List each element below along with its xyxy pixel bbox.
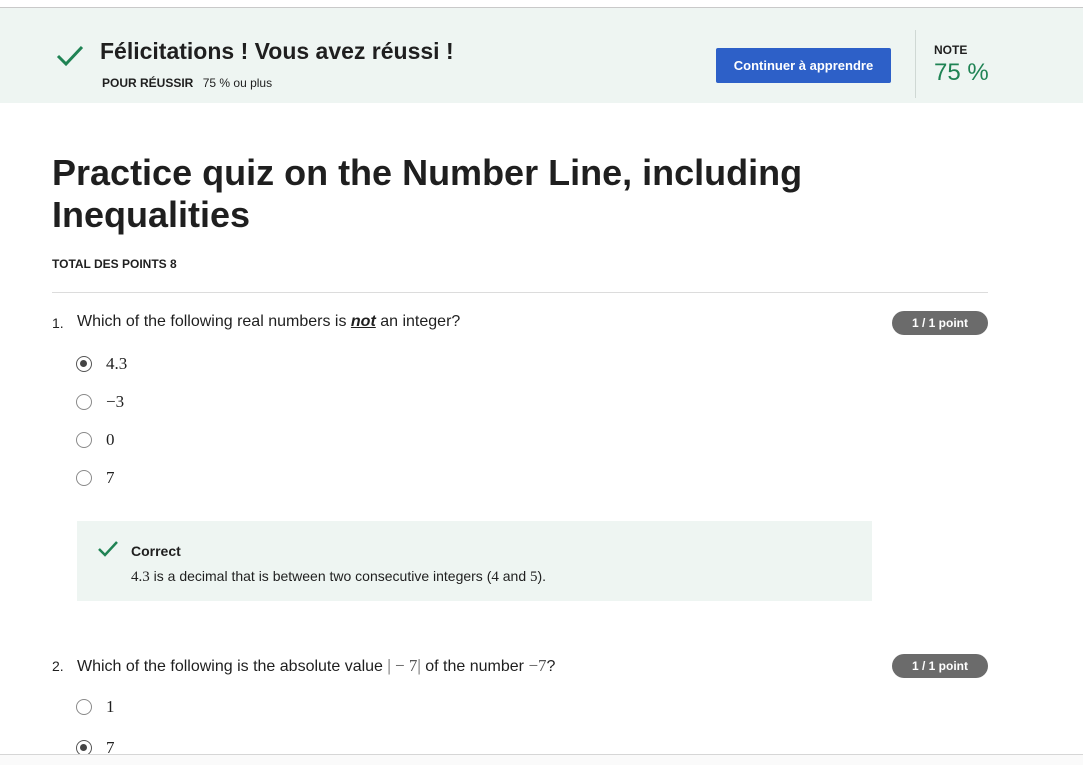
radio-unselected-icon[interactable]: [76, 432, 92, 448]
pass-requirement-value: 75 % ou plus: [202, 76, 273, 90]
result-banner: Félicitations ! Vous avez réussi ! POUR …: [0, 8, 1083, 103]
feedback-text-part: and: [498, 568, 531, 584]
question-1-option-4[interactable]: 7: [76, 467, 115, 489]
grade-label: NOTE: [934, 43, 968, 57]
question-2-text-after: ?: [546, 658, 556, 675]
feedback-math: 5: [530, 569, 538, 585]
option-label: 4.3: [106, 354, 128, 373]
result-title: Félicitations ! Vous avez réussi !: [100, 38, 454, 64]
feedback-math: 4: [491, 569, 499, 585]
question-1-emphasis: not: [350, 313, 376, 330]
question-2-score-badge: 1 / 1 point: [892, 654, 988, 678]
feedback-title: Correct: [131, 543, 181, 559]
pass-requirement: POUR RÉUSSIR 75 % ou plus: [102, 76, 272, 90]
feedback-text-part: is a decimal that is between two consecu…: [149, 568, 492, 584]
total-points: TOTAL DES POINTS 8: [52, 257, 177, 271]
question-2-number: 2.: [52, 658, 64, 674]
continue-learning-button[interactable]: Continuer à apprendre: [716, 48, 891, 83]
question-2-option-1[interactable]: 1: [76, 696, 115, 718]
question-2-text-middle: of the number: [420, 658, 529, 675]
feedback-text-part: ).: [537, 568, 547, 584]
question-1-option-3[interactable]: 0: [76, 429, 115, 451]
grade-value: 75 %: [934, 59, 989, 86]
feedback-text: 4.3 is a decimal that is between two con…: [131, 568, 546, 586]
question-1-option-1[interactable]: 4.3: [76, 353, 127, 375]
radio-unselected-icon[interactable]: [76, 470, 92, 486]
radio-unselected-icon[interactable]: [76, 394, 92, 410]
option-label: 1: [106, 697, 115, 716]
option-label: 0: [106, 430, 115, 449]
question-1-text: Which of the following real numbers is n…: [77, 313, 460, 331]
question-1-option-2[interactable]: −3: [76, 391, 124, 413]
option-label: −3: [106, 392, 125, 411]
checkmark-icon: [56, 45, 84, 67]
question-1-text-after: an integer?: [375, 313, 461, 330]
question-1-number: 1.: [52, 315, 64, 331]
quiz-title: Practice quiz on the Number Line, includ…: [52, 152, 803, 235]
question-2-math-number: −7: [528, 656, 547, 675]
question-2-text: Which of the following is the absolute v…: [77, 656, 555, 676]
radio-selected-icon[interactable]: [76, 356, 92, 372]
question-2-text-before: Which of the following is the absolute v…: [77, 658, 388, 675]
radio-unselected-icon[interactable]: [76, 699, 92, 715]
question-1-feedback: Correct 4.3 is a decimal that is between…: [77, 521, 872, 601]
grade-divider: [915, 30, 916, 98]
checkmark-icon: [98, 541, 118, 557]
question-1-score-badge: 1 / 1 point: [892, 311, 988, 335]
question-1-text-before: Which of the following real numbers is: [77, 313, 351, 330]
feedback-math: 4.3: [131, 569, 150, 585]
bottom-strip: [0, 755, 1083, 765]
question-2-math-abs: | − 7|: [387, 656, 421, 675]
section-divider: [52, 292, 988, 293]
option-label: 7: [106, 468, 115, 487]
pass-requirement-label: POUR RÉUSSIR: [102, 76, 194, 90]
